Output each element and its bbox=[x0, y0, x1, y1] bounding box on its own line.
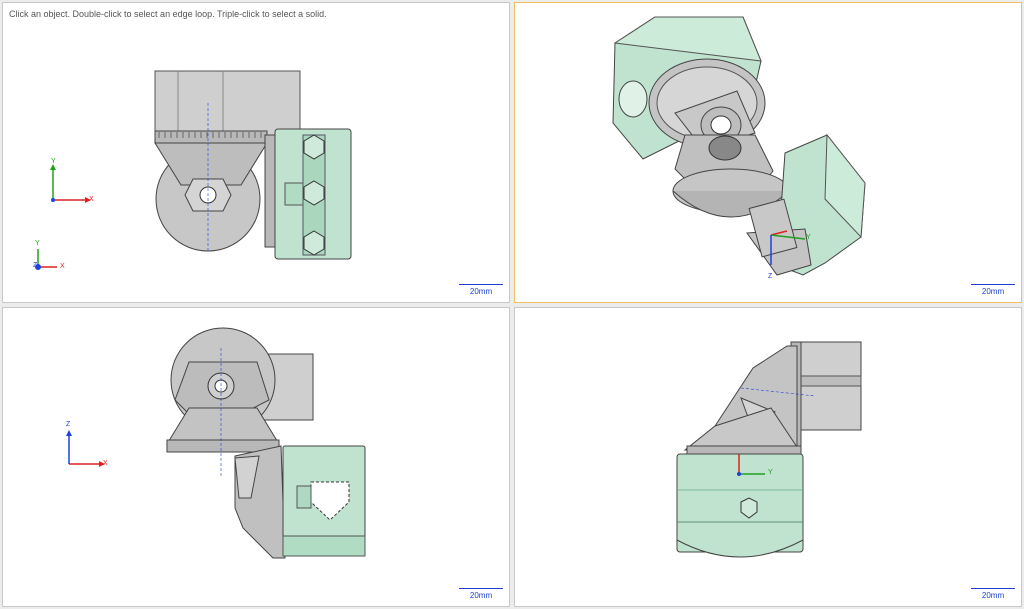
axis-triad-xz bbox=[66, 430, 105, 467]
small-z-label: Z bbox=[33, 262, 38, 269]
side-view-model[interactable] bbox=[515, 308, 1022, 607]
scale-bar: 20mm bbox=[971, 588, 1015, 600]
scale-bar: 20mm bbox=[459, 284, 503, 296]
viewport-side[interactable]: Y 20mm bbox=[514, 307, 1022, 607]
viewport-top[interactable]: X Z 20mm bbox=[2, 307, 510, 607]
viewport-isometric[interactable]: Y Z 20mm bbox=[514, 2, 1022, 303]
axis-triad-small bbox=[35, 249, 57, 270]
scale-bar: 20mm bbox=[459, 588, 503, 600]
axis-z-label: Z bbox=[66, 421, 71, 428]
iso-y-label: Y bbox=[806, 234, 811, 241]
axis-x-label: X bbox=[103, 460, 108, 467]
small-y-label: Y bbox=[35, 240, 40, 247]
iso-z-label: Z bbox=[768, 273, 773, 280]
isometric-view-model[interactable] bbox=[515, 3, 1022, 303]
side-y-label: Y bbox=[768, 469, 773, 476]
small-x-label: X bbox=[60, 263, 65, 270]
scale-bar: 20mm bbox=[971, 284, 1015, 296]
viewport-front[interactable]: Click an object. Double-click to select … bbox=[2, 2, 510, 303]
